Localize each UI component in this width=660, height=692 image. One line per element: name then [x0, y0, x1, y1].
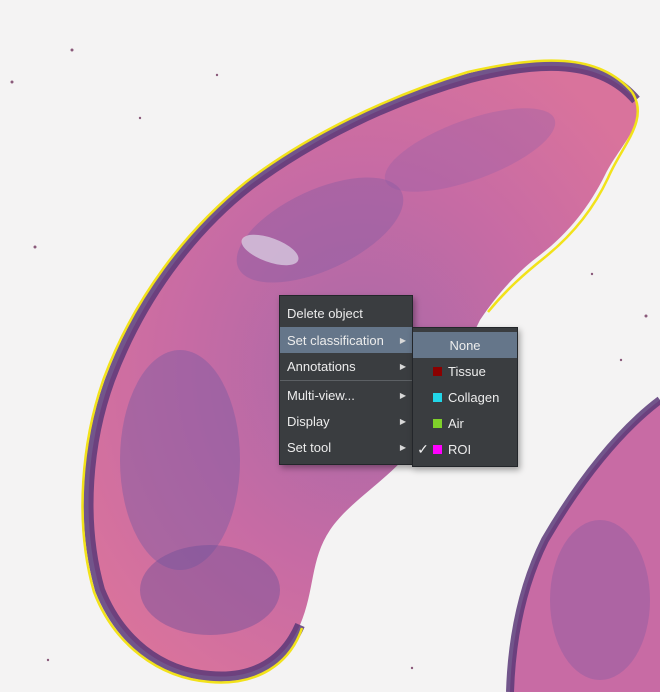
- menu-item-multi-view[interactable]: Multi-view... ▶: [280, 382, 412, 408]
- context-menu: Delete object Set classification ▶ Annot…: [279, 295, 413, 465]
- color-swatch-icon: [433, 366, 442, 376]
- chevron-right-icon: ▶: [399, 361, 406, 371]
- class-item-air[interactable]: Air: [413, 410, 517, 436]
- menu-item-delete-object[interactable]: Delete object: [280, 300, 412, 326]
- menu-item-label: Air: [448, 415, 464, 431]
- menu-item-annotations[interactable]: Annotations ▶: [280, 353, 412, 379]
- menu-item-label: Tissue: [448, 363, 486, 379]
- menu-separator: [280, 380, 412, 381]
- menu-item-label: Display: [287, 413, 330, 429]
- menu-item-label: ROI: [448, 441, 472, 457]
- menu-item-display[interactable]: Display ▶: [280, 408, 412, 434]
- menu-item-label: Multi-view...: [287, 387, 355, 403]
- menu-item-label: Set classification: [287, 332, 384, 348]
- menu-item-label: Delete object: [287, 305, 363, 321]
- menu-item-set-classification[interactable]: Set classification ▶: [280, 327, 412, 353]
- menu-item-label: Collagen: [448, 389, 500, 405]
- class-item-none[interactable]: None: [413, 332, 517, 358]
- chevron-right-icon: ▶: [399, 390, 406, 400]
- color-swatch-icon: [433, 444, 442, 454]
- chevron-right-icon: ▶: [399, 416, 406, 426]
- menu-item-label: Set tool: [287, 439, 332, 455]
- menu-item-set-tool[interactable]: Set tool ▶: [280, 434, 412, 460]
- chevron-right-icon: ▶: [399, 335, 406, 345]
- menu-item-label: None: [449, 337, 481, 353]
- classification-submenu: None Tissue Collagen Air ✓ ROI: [412, 327, 518, 467]
- class-item-tissue[interactable]: Tissue: [413, 358, 517, 384]
- class-item-collagen[interactable]: Collagen: [413, 384, 517, 410]
- chevron-right-icon: ▶: [399, 442, 406, 452]
- color-swatch-icon: [433, 392, 442, 402]
- class-item-roi[interactable]: ✓ ROI: [413, 436, 517, 462]
- color-swatch-icon: [433, 418, 442, 428]
- checkmark-icon: ✓: [417, 440, 429, 457]
- menu-item-label: Annotations: [287, 358, 356, 374]
